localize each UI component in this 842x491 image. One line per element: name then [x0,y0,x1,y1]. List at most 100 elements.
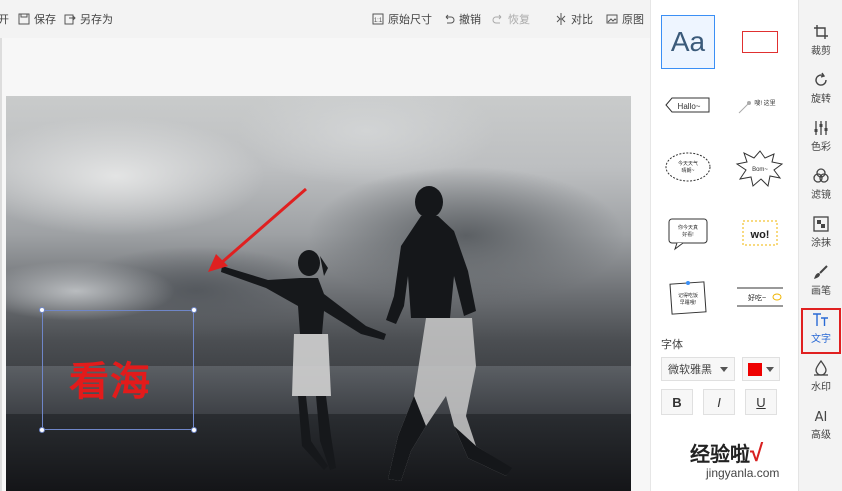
brush-icon [814,265,828,279]
card-sticker-style[interactable]: 你今天真 好看! [661,206,715,260]
rail-item-mosaic[interactable]: 涂抹 [801,214,841,258]
svg-text:AI: AI [815,410,828,424]
save-icon [18,13,30,25]
rail-item-text[interactable]: 文字 [801,308,841,354]
italic-button[interactable]: I [703,389,735,415]
card-text-line2: 好看! [682,231,693,238]
tool-rail: 裁剪 旋转 色彩 滤镜 涂抹 画笔 文字 水印 AI 高级 [798,0,842,491]
tag-sticker-style[interactable]: Hallo~ [661,78,715,132]
delicious-text: 好吃~ [748,293,766,302]
rail-item-advanced[interactable]: AI 高级 [801,406,841,450]
editing-canvas: 看海 [0,38,650,491]
overlay-text[interactable]: 看海 [69,349,151,407]
font-family-value: 微软雅黑 [668,364,712,376]
hallo-text: Hallo~ [678,102,701,111]
rail-label-advanced: 高级 [811,430,831,441]
note-text-line2: 早睡哦! [680,299,696,306]
watermark-icon [814,360,828,376]
site-watermark: 经验啦√ [690,438,763,468]
save-as-icon [64,14,76,25]
cloud-bubble-icon: 今天天气 晴朗~ [665,152,711,182]
text-overlay-selection[interactable]: 看海 [39,307,197,433]
resize-handle[interactable] [39,427,45,433]
save-label: 保存 [34,14,56,26]
rail-label-mosaic: 涂抹 [811,238,831,249]
bom-text: Bom~ [752,167,768,173]
toolbar-truncated-item[interactable]: 开 [0,11,9,27]
rail-label-crop: 裁剪 [811,46,831,57]
color-swatch [748,363,762,376]
rail-item-color[interactable]: 色彩 [801,118,841,162]
underline-button[interactable]: U [745,389,777,415]
original-size-button[interactable]: 1:1 原始尺寸 [372,11,432,27]
wo-sticker-style[interactable]: wo! [733,206,787,260]
save-button[interactable]: 保存 [18,11,56,27]
original-size-label: 原始尺寸 [388,14,432,26]
resize-handle[interactable] [191,427,197,433]
image-editor: 开 保存 另存为 1:1 原始尺寸 撤销 恢复 对比 原图 看海 Aa Hall… [0,0,842,491]
resize-handle[interactable] [191,307,197,313]
rail-label-rotate: 旋转 [811,94,831,105]
rail-item-rotate[interactable]: 旋转 [801,70,841,114]
sliders-icon [814,121,828,135]
red-box-shape [742,31,778,53]
note-sticker-style[interactable]: 记得吃饭 早睡哦! [661,270,715,324]
rail-item-crop[interactable]: 裁剪 [801,22,841,66]
beach-photo[interactable] [6,96,631,491]
rail-item-brush[interactable]: 画笔 [801,262,841,306]
compare-label: 对比 [571,14,593,26]
top-toolbar: 开 保存 另存为 1:1 原始尺寸 撤销 恢复 对比 原图 [0,0,650,38]
red-arrow-annotation[interactable] [6,96,631,491]
rail-label-color: 色彩 [811,142,831,153]
tag-sticker-icon: Hallo~ [665,97,710,113]
rail-item-filter[interactable]: 滤镜 [801,166,841,210]
box-text-style[interactable] [733,15,787,69]
cloud-text-line1: 今天天气 [678,160,698,167]
original-image-label: 原图 [622,14,644,26]
pin-sticker-icon: 嗖! 这里 [738,99,776,114]
mosaic-icon [813,216,829,232]
wo-sticker-icon: wo! [742,220,778,246]
note-sticker-icon: 记得吃饭 早睡哦! [669,281,707,315]
delicious-sticker-style[interactable]: 好吃~ [733,270,787,324]
undo-icon [445,14,455,24]
original-image-button[interactable]: 原图 [606,11,644,27]
pin-text: 嗖! 这里 [754,99,775,107]
note-text-line1: 记得吃饭 [678,292,698,299]
resize-handle[interactable] [39,307,45,313]
compare-icon [556,13,566,25]
card-sticker-icon: 你今天真 好看! [668,218,708,251]
watermark-url: jingyanla.com [706,466,780,480]
burst-bubble-style[interactable]: Bom~ [733,142,787,196]
redo-icon [492,14,502,24]
pin-sticker-style[interactable]: 嗖! 这里 [733,78,787,132]
rail-item-watermark[interactable]: 水印 [801,358,841,402]
wo-text: wo! [750,229,770,241]
save-as-button[interactable]: 另存为 [64,11,113,27]
burst-bubble-icon: Bom~ [735,150,784,188]
font-family-select[interactable]: 微软雅黑 [661,357,735,381]
compare-button[interactable]: 对比 [555,11,593,27]
rail-label-text: 文字 [811,334,831,345]
rail-label-watermark: 水印 [811,382,831,393]
watermark-text: 经验啦 [690,444,750,466]
undo-button[interactable]: 撤销 [443,11,481,27]
cloud-text-line2: 晴朗~ [682,167,695,174]
cloud-bubble-style[interactable]: 今天天气 晴朗~ [661,142,715,196]
card-text-line1: 你今天真 [678,224,698,231]
font-section-label: 字体 [661,339,683,351]
redo-button[interactable]: 恢复 [492,11,530,27]
plain-text-style[interactable]: Aa [661,15,715,69]
text-style-panel: Aa Hallo~ 嗖! 这里 今天天气 晴朗~ Bom~ 你今天真 好看! w… [650,0,798,491]
bold-button[interactable]: B [661,389,693,415]
ai-icon: AI [815,410,828,424]
original-size-icon: 1:1 [372,13,384,25]
filter-icon [813,168,829,183]
text-color-select[interactable] [742,357,780,381]
rail-label-filter: 滤镜 [811,190,831,201]
redo-label: 恢复 [508,14,530,26]
chevron-down-icon [720,367,728,372]
svg-text:1:1: 1:1 [374,18,383,24]
check-icon: √ [750,440,764,467]
image-icon [606,14,618,24]
